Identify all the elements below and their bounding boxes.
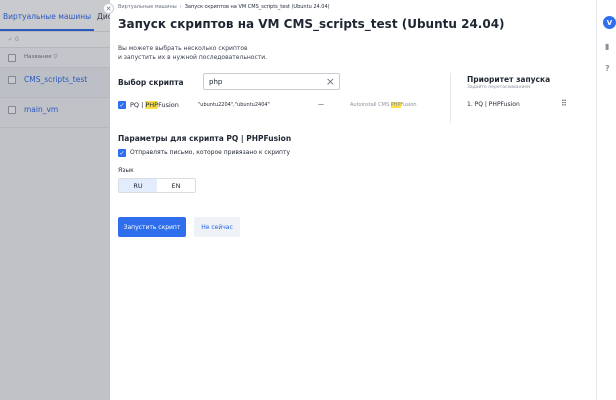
right-rail <box>596 0 616 400</box>
chevron-right-icon: › <box>179 4 182 10</box>
help-icon[interactable]: ? <box>605 64 610 73</box>
not-now-button[interactable]: Не сейчас <box>194 217 240 237</box>
search-input[interactable] <box>209 77 319 87</box>
description: Вы можете выбрать несколько скриптов и з… <box>118 45 268 61</box>
avatar[interactable]: V <box>603 16 616 29</box>
run-scripts-drawer: Виртуальные машины › Запуск скриптов на VM… <box>110 0 596 400</box>
breadcrumb-vms[interactable]: Виртуальные машины <box>118 4 177 10</box>
language-ru[interactable]: RU <box>119 179 157 192</box>
script-select-label: Выбор скрипта <box>118 78 184 87</box>
script-checkbox[interactable]: ✓ <box>118 101 126 109</box>
script-os: "ubuntu2204","ubuntu2404" <box>198 102 270 108</box>
book-icon[interactable]: ▮ <box>605 42 609 51</box>
language-label: Язык <box>118 167 134 174</box>
priority-panel: Приоритет запуска Задайте перетаскивание… <box>450 73 570 123</box>
send-mail-label: Отправлять письмо, которое привязано к с… <box>130 149 291 156</box>
run-script-button[interactable]: Запустить скрипт <box>118 217 186 237</box>
drag-handle-icon[interactable]: ⠿ <box>561 99 567 108</box>
script-row[interactable]: ✓ PQ | PHPFusion "ubuntu2204","ubuntu240… <box>118 99 448 113</box>
priority-title: Приоритет запуска <box>467 75 551 84</box>
script-description: Autoinstall CMS PHPFusion <box>350 102 417 108</box>
language-en[interactable]: EN <box>157 179 195 192</box>
close-drawer-icon[interactable]: ✕ <box>103 3 114 14</box>
page-title: Запуск скриптов на VM CMS_scripts_test (… <box>118 17 505 31</box>
params-title: Параметры для скрипта PQ | PHPFusion <box>118 134 292 143</box>
send-mail-checkbox[interactable]: ✓ <box>118 149 126 157</box>
script-name: PQ | PHPFusion <box>130 101 179 109</box>
breadcrumb: Виртуальные машины › Запуск скриптов на VM… <box>118 4 330 10</box>
script-search: × <box>203 73 340 90</box>
close-icon[interactable]: × <box>326 75 335 88</box>
breadcrumb-current: Запуск скриптов на VM CMS_scripts_test (… <box>184 4 330 10</box>
priority-item[interactable]: 1. PQ | PHPFusion <box>467 101 520 108</box>
language-switch: RU EN <box>118 178 196 193</box>
priority-subtitle: Задайте перетаскиванием <box>467 85 531 90</box>
script-dash: — <box>318 101 324 108</box>
